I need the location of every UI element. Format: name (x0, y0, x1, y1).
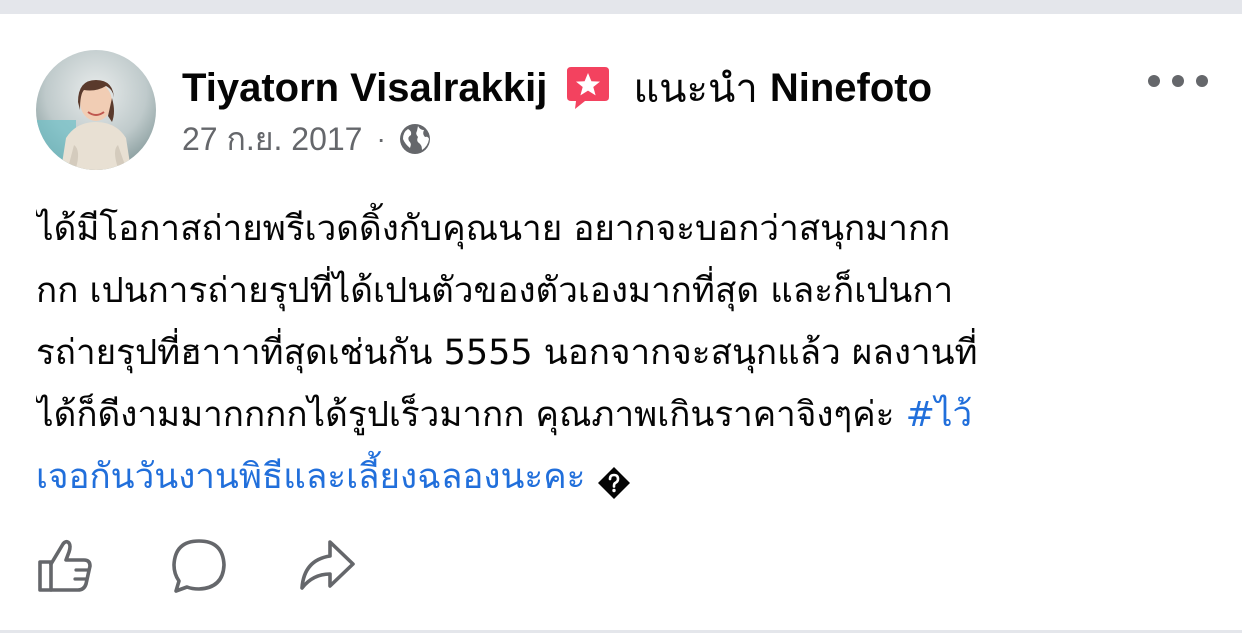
page-name[interactable]: Ninefoto (770, 66, 932, 111)
post-actions (36, 536, 357, 596)
share-arrow-icon (300, 540, 355, 590)
hashtag-link-start[interactable]: #ไว้ (906, 395, 973, 435)
top-divider (0, 0, 1242, 14)
post-text-line-hashtag: เจอกันวันงานพิธีและเลี้ยงฉลองนะคะ (36, 446, 1186, 508)
hashtag-link-end[interactable]: เจอกันวันงานพิธีและเลี้ยงฉลองนะคะ (36, 457, 585, 497)
post-text-line: รถ่ายรุปที่ฮาาาที่สุดเช่นกัน 5555 นอกจาก… (36, 333, 978, 373)
star-badge-icon (565, 65, 611, 111)
post-text-segment: ได้ก็ดีงามมากกกกได้รูปเร็วมากก คุณภาพเกิ… (36, 395, 906, 435)
like-button[interactable] (36, 536, 96, 596)
post-card: Tiyatorn Visalrakkij แนะนำ Ninefoto 27 ก… (0, 0, 1242, 633)
post-text-line: กก เปนการถ่ายรุปที่ได้เปนตัวของตัวเองมาก… (36, 271, 954, 311)
unknown-glyph-icon (597, 458, 631, 499)
avatar[interactable] (36, 50, 156, 170)
globe-icon (398, 122, 432, 156)
post-text: ได้มีโอกาสถ่ายพรีเวดดิ้งกับคุณนาย อยากจะ… (36, 198, 1186, 508)
post-text-line-with-hashtag: ได้ก็ดีงามมากกกกได้รูปเร็วมากก คุณภาพเกิ… (36, 384, 1186, 446)
more-options-icon[interactable] (1148, 66, 1208, 96)
post-text-line: ได้มีโอกาสถ่ายพรีเวดดิ้งกับคุณนาย อยากจะ… (36, 209, 951, 249)
share-button[interactable] (297, 536, 357, 596)
comment-button[interactable] (169, 536, 229, 596)
meta-separator: · (376, 123, 386, 154)
recommend-label: แนะนำ (633, 67, 758, 111)
author-name[interactable]: Tiyatorn Visalrakkij (182, 66, 547, 111)
thumbs-up-icon (38, 539, 92, 592)
post-meta: 27 ก.ย. 2017 · (182, 116, 432, 162)
post-header: Tiyatorn Visalrakkij แนะนำ Ninefoto (182, 60, 932, 116)
post-date[interactable]: 27 ก.ย. 2017 (182, 114, 362, 165)
comment-bubble-icon (172, 539, 226, 593)
